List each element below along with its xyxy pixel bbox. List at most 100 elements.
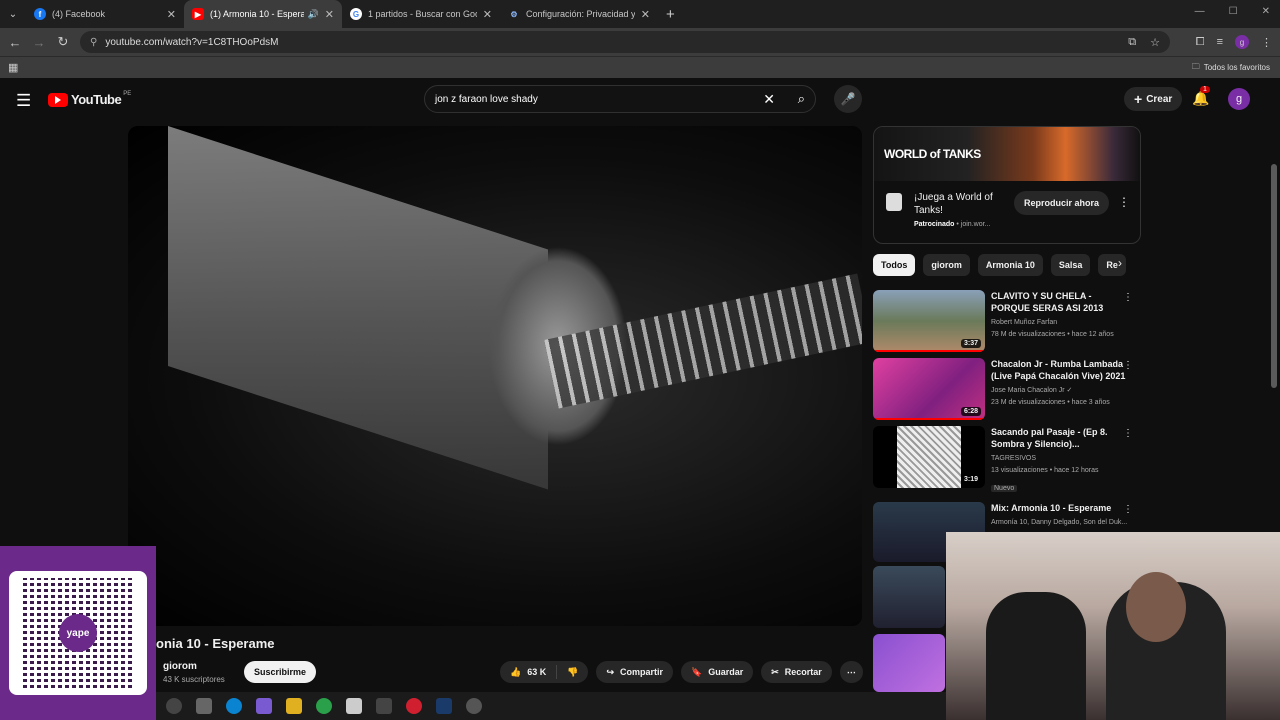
like-button[interactable]: 👍 63 K — [500, 661, 556, 683]
list-item[interactable]: 3:37 CLAVITO Y SU CHELA - PORQUE SERAS A… — [873, 290, 1141, 352]
install-icon[interactable]: ⧉ — [1128, 36, 1136, 49]
store-icon[interactable] — [346, 698, 362, 714]
chip-armonia-10[interactable]: Armonia 10 — [977, 254, 1043, 276]
rec-channel[interactable]: Robert Muñoz Farfan — [991, 317, 1131, 329]
dislike-button[interactable]: 👎 — [557, 661, 588, 683]
ad-cta-button[interactable]: Reproducir ahora — [1014, 191, 1110, 215]
channel-name[interactable]: giorom — [163, 661, 197, 672]
list-item[interactable]: 6:28 Chacalon Jr - Rumba Lambada (Live P… — [873, 358, 1141, 420]
more-vertical-icon[interactable]: ⋮ — [1123, 292, 1133, 303]
avatar[interactable]: g — [1228, 88, 1250, 110]
chip-todos[interactable]: Todos — [873, 254, 916, 276]
apps-grid-icon[interactable]: ▦ — [8, 61, 18, 74]
plus-icon: + — [1134, 91, 1143, 107]
share-button[interactable]: ↪ Compartir — [596, 661, 674, 683]
folder-icon: 🗀 — [1191, 61, 1200, 71]
tab-settings[interactable]: ⚙ Configuración: Privacidad y seg ✕ — [500, 0, 658, 28]
share-label: Compartir — [620, 667, 664, 677]
more-vertical-icon[interactable]: ⋮ — [1123, 504, 1133, 515]
browser-menu-icon[interactable]: ⋮ — [1261, 36, 1272, 49]
video-thumbnail[interactable]: 3:19 — [873, 426, 985, 488]
youtube-logo[interactable]: YouTube PE — [48, 91, 131, 107]
video-player[interactable] — [128, 126, 862, 626]
save-button[interactable]: 🔖 Guardar — [681, 661, 754, 683]
maximize-icon[interactable]: ☐ — [1229, 6, 1238, 17]
extensions-icon[interactable]: ⧠ — [1196, 36, 1205, 49]
yape-qr-overlay: yape — [0, 546, 156, 720]
app-icon[interactable] — [376, 698, 392, 714]
close-tab-icon[interactable]: ✕ — [483, 8, 492, 21]
close-window-icon[interactable]: ✕ — [1262, 6, 1270, 17]
sponsored-ad[interactable]: WORLD of TANKS ¡Juega a World of Tanks! … — [873, 126, 1141, 244]
hamburger-menu-icon[interactable]: ☰ — [16, 91, 31, 111]
more-vertical-icon[interactable]: ⋮ — [1123, 428, 1133, 439]
more-actions-button[interactable]: ⋯ — [839, 661, 863, 683]
microphone-icon[interactable]: 🎤 — [834, 85, 862, 113]
ad-banner[interactable]: WORLD of TANKS — [874, 127, 1140, 181]
forward-icon[interactable]: → — [27, 35, 51, 50]
reload-icon[interactable]: ↻ — [51, 34, 75, 50]
steam-icon[interactable] — [436, 698, 452, 714]
new-tab-button[interactable]: + — [666, 6, 675, 23]
all-bookmarks-button[interactable]: 🗀 Todos los favoritos — [1192, 61, 1270, 75]
rec-title[interactable]: Mix: Armonia 10 - Esperame — [991, 502, 1131, 514]
subscribe-button[interactable]: Suscribirme — [244, 661, 317, 683]
tab-facebook[interactable]: f (4) Facebook ✕ — [26, 0, 184, 28]
rec-title[interactable]: CLAVITO Y SU CHELA - PORQUE SERAS ASI 20… — [991, 290, 1131, 314]
chevron-right-icon[interactable]: › — [1118, 256, 1122, 270]
reading-list-icon[interactable]: ≡ — [1217, 36, 1223, 48]
rec-title[interactable]: Sacando pal Pasaje - (Ep 8. Sombra y Sil… — [991, 426, 1131, 450]
search-box[interactable]: jon z faraon love shady ✕ ⌕ — [424, 85, 816, 113]
site-info-icon[interactable]: ⚲ — [90, 37, 97, 48]
ad-domain: join.wor... — [960, 221, 991, 228]
close-tab-icon[interactable]: ✕ — [167, 8, 176, 21]
video-thumbnail[interactable]: 6:28 — [873, 358, 985, 420]
close-tab-icon[interactable]: ✕ — [325, 8, 334, 21]
video-thumbnail[interactable]: 3:37 — [873, 290, 985, 352]
address-bar[interactable]: ⚲ youtube.com/watch?v=1C8THOoPdsM ⧉ ☆ — [80, 31, 1170, 53]
chrome-icon[interactable] — [316, 698, 332, 714]
bookmark-star-icon[interactable]: ☆ — [1150, 36, 1160, 49]
rec-channel[interactable]: Jose Maria Chacalon Jr ✓ — [991, 385, 1131, 397]
more-vertical-icon[interactable]: ⋮ — [1123, 360, 1133, 371]
chip-giorom[interactable]: giorom — [923, 254, 970, 276]
rec-title[interactable]: Chacalon Jr - Rumba Lambada (Live Papá C… — [991, 358, 1131, 382]
video-thumbnail[interactable] — [873, 566, 945, 628]
minimize-icon[interactable]: — — [1195, 6, 1205, 17]
copilot-icon[interactable] — [256, 698, 272, 714]
tab-youtube[interactable]: ▶ (1) Armonia 10 - Esperame 🔊 ✕ — [184, 0, 342, 28]
create-button[interactable]: + Crear — [1124, 87, 1183, 111]
tab-google[interactable]: G 1 partidos - Buscar con Google ✕ — [342, 0, 500, 28]
scrollbar[interactable] — [1271, 164, 1277, 388]
rec-channel[interactable]: TAGRESIVOS — [991, 453, 1131, 465]
watch-progress — [873, 350, 985, 352]
folder-icon[interactable] — [286, 698, 302, 714]
task-view-icon[interactable] — [196, 698, 212, 714]
back-icon[interactable]: ← — [3, 35, 27, 50]
speaker-icon[interactable]: 🔊 — [308, 9, 319, 20]
search-input[interactable]: jon z faraon love shady — [435, 94, 538, 105]
video-thumbnail[interactable] — [873, 634, 945, 692]
tab-search-icon[interactable]: ⌄ — [0, 9, 26, 20]
search-icon[interactable] — [166, 698, 182, 714]
browser-tab-bar: ⌄ f (4) Facebook ✕ ▶ (1) Armonia 10 - Es… — [0, 0, 1280, 28]
opera-icon[interactable] — [406, 698, 422, 714]
scissors-icon: ✂ — [771, 666, 779, 677]
edge-icon[interactable] — [226, 698, 242, 714]
rec-channel[interactable]: Armonía 10, Danny Delgado, Son del Duk..… — [991, 517, 1131, 529]
rec-meta: 13 visualizaciones • hace 12 horas — [991, 467, 1099, 474]
chip-salsa[interactable]: Salsa — [1050, 254, 1091, 276]
new-badge: Nuevo — [991, 485, 1018, 492]
clear-search-icon[interactable]: ✕ — [763, 91, 775, 108]
list-item[interactable]: 3:19 Sacando pal Pasaje - (Ep 8. Sombra … — [873, 426, 1141, 495]
ad-more-icon[interactable]: ⋮ — [1118, 195, 1130, 209]
profile-icon[interactable]: g — [1235, 35, 1249, 49]
duration-badge: 3:37 — [960, 339, 981, 348]
save-label: Guardar — [708, 667, 744, 677]
clip-button[interactable]: ✂ Recortar — [761, 661, 832, 683]
close-tab-icon[interactable]: ✕ — [641, 8, 650, 21]
url-text: youtube.com/watch?v=1C8THOoPdsM — [105, 36, 279, 48]
settings-icon[interactable] — [466, 698, 482, 714]
search-icon[interactable]: ⌕ — [798, 91, 805, 107]
notifications-bell-icon[interactable]: 🔔 1 — [1192, 86, 1210, 107]
